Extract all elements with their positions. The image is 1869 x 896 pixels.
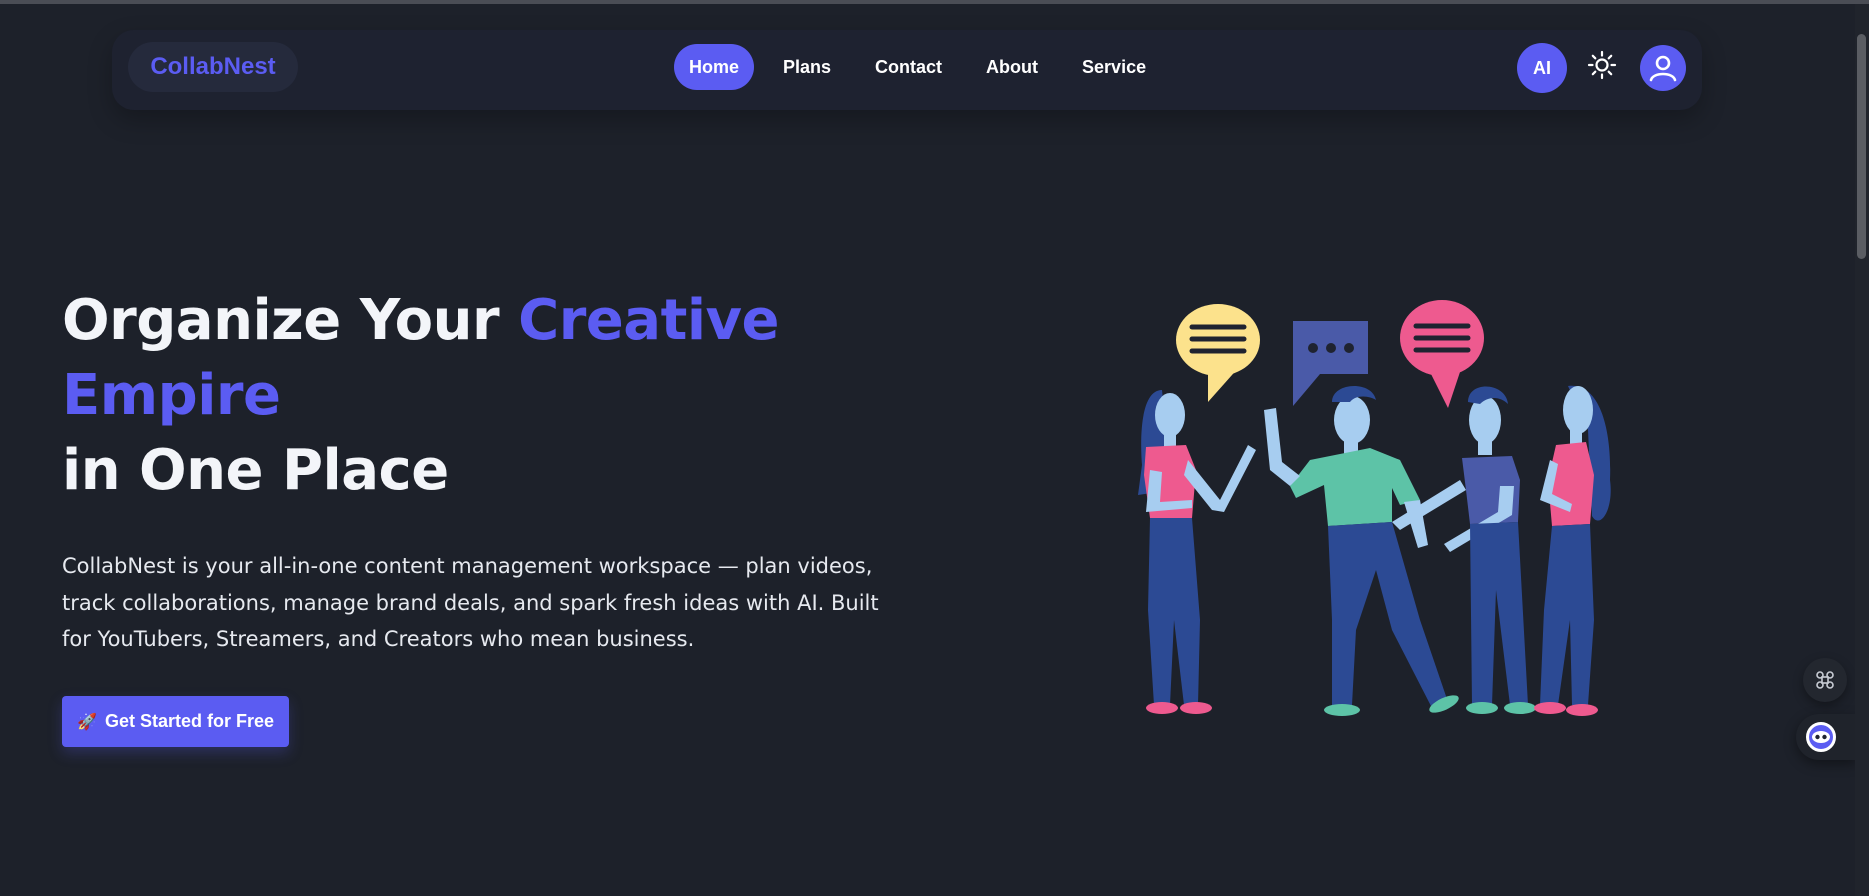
nav-about[interactable]: About [971, 44, 1053, 90]
sun-icon [1587, 50, 1617, 80]
person-1 [1138, 390, 1256, 714]
person-2 [1264, 385, 1459, 716]
theme-toggle-button[interactable] [1587, 50, 1617, 80]
hero-description: CollabNest is your all-in-one content ma… [62, 554, 879, 651]
logo[interactable]: CollabNest [128, 42, 298, 92]
speech-bubble-yellow-icon [1176, 304, 1260, 402]
command-icon [1816, 671, 1834, 689]
browser-top-border [0, 0, 1869, 4]
chatbot-launcher[interactable] [1796, 714, 1856, 760]
page-scrollbar[interactable] [1855, 4, 1869, 896]
get-started-label: Get Started for Free [104, 711, 274, 731]
nav-contact[interactable]: Contact [860, 44, 957, 90]
person-4 [1534, 385, 1611, 716]
team-collaboration-illustration [1138, 300, 1611, 716]
command-palette-button[interactable] [1803, 658, 1847, 702]
speech-bubble-pink-icon [1400, 300, 1484, 408]
nav-links: Home Plans Contact About Service [674, 44, 1175, 90]
ai-button[interactable]: AI [1517, 43, 1567, 93]
scrollbar-thumb[interactable] [1857, 34, 1866, 259]
nav-service[interactable]: Service [1067, 44, 1161, 90]
hero-title-part1: Organize Your [62, 288, 519, 353]
get-started-button[interactable]: 🚀 Get Started for Free [62, 696, 289, 747]
user-icon [1649, 55, 1677, 82]
rocket-icon: 🚀 [77, 713, 97, 731]
nav-plans[interactable]: Plans [768, 44, 846, 90]
nav-home[interactable]: Home [674, 44, 755, 90]
chatbot-icon [1806, 722, 1836, 752]
profile-button[interactable] [1640, 45, 1686, 91]
hero-title: Organize Your Creative Empire in One Pla… [62, 283, 862, 508]
hero-title-part2: in One Place [62, 438, 449, 503]
